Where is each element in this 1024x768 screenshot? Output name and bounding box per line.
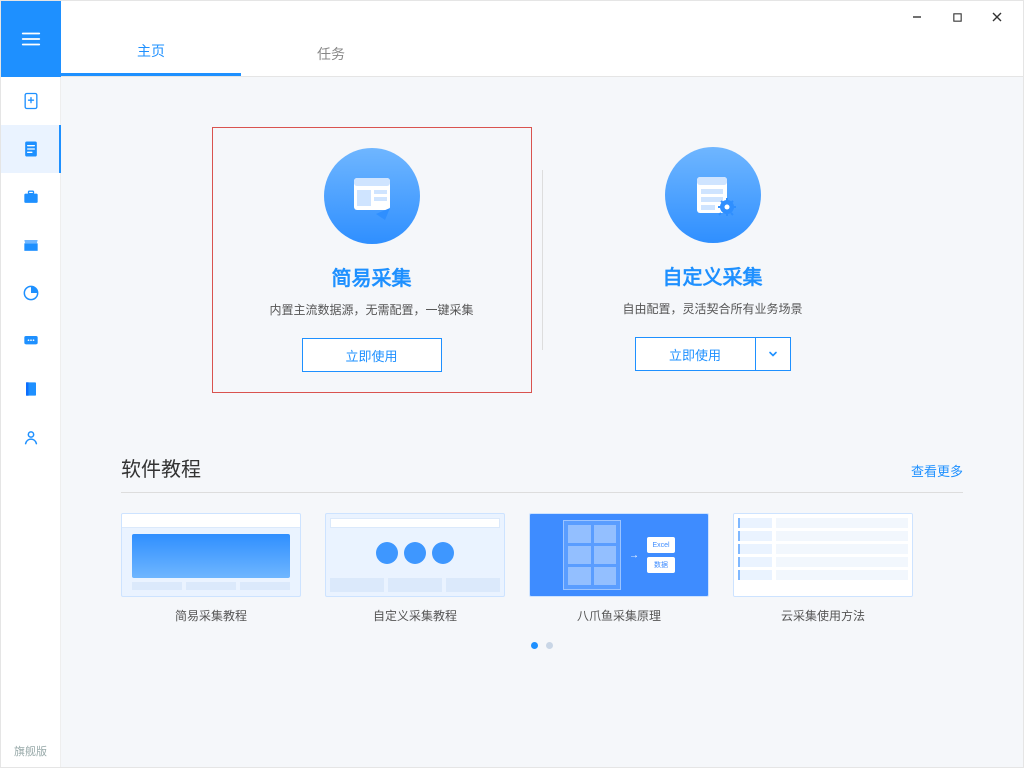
window-minimize[interactable] xyxy=(897,3,937,31)
sidebar-item-store[interactable] xyxy=(1,221,61,269)
browser-send-icon xyxy=(346,170,398,222)
tutorial-thumb xyxy=(325,513,505,597)
carousel-dots xyxy=(121,642,963,649)
pie-chart-icon xyxy=(21,283,41,303)
app-window: 旗舰版 主页 任务 xyxy=(0,0,1024,768)
content: 简易采集 内置主流数据源，无需配置，一键采集 立即使用 xyxy=(61,77,1023,767)
card-title: 简易采集 xyxy=(332,262,412,291)
browser-gear-icon xyxy=(687,169,739,221)
maximize-icon xyxy=(952,12,963,23)
custom-collect-icon xyxy=(665,147,761,243)
dot-2[interactable] xyxy=(546,642,553,649)
new-task-icon xyxy=(21,91,41,111)
tutorial-thumb xyxy=(121,513,301,597)
menu-toggle[interactable] xyxy=(1,1,61,77)
tabbar: 主页 任务 xyxy=(61,33,1023,77)
tutorial-grid: 简易采集教程 自定义采集教程 → Excel数据 xyxy=(121,513,963,624)
tutorial-card-1[interactable]: 简易采集教程 xyxy=(121,513,301,624)
tutorial-card-3[interactable]: → Excel数据 八爪鱼采集原理 xyxy=(529,513,709,624)
sidebar-item-chat[interactable] xyxy=(1,317,61,365)
sidebar-item-account[interactable] xyxy=(1,413,61,461)
sidebar: 旗舰版 xyxy=(1,1,61,767)
tutorials-header: 软件教程 查看更多 xyxy=(121,453,963,493)
tutorials-more-link[interactable]: 查看更多 xyxy=(911,461,963,480)
card-divider xyxy=(542,170,543,350)
card-simple-collect: 简易采集 内置主流数据源，无需配置，一键采集 立即使用 xyxy=(212,127,532,393)
card-desc: 自由配置，灵活契合所有业务场景 xyxy=(622,300,802,317)
tutorial-caption: 简易采集教程 xyxy=(121,607,301,624)
store-icon xyxy=(21,235,41,255)
edition-label: 旗舰版 xyxy=(1,735,60,767)
tab-home[interactable]: 主页 xyxy=(61,29,241,76)
minimize-icon xyxy=(911,11,923,23)
card-desc: 内置主流数据源，无需配置，一键采集 xyxy=(269,301,473,318)
custom-collect-dropdown[interactable] xyxy=(755,337,791,371)
simple-collect-icon xyxy=(324,148,420,244)
sidebar-item-new[interactable] xyxy=(1,77,61,125)
sidebar-item-toolbox[interactable] xyxy=(1,173,61,221)
window-close[interactable] xyxy=(977,3,1017,31)
dot-1[interactable] xyxy=(531,642,538,649)
tutorial-caption: 自定义采集教程 xyxy=(325,607,505,624)
tutorial-card-2[interactable]: 自定义采集教程 xyxy=(325,513,505,624)
card-custom-collect: 自定义采集 自由配置，灵活契合所有业务场景 立即使用 xyxy=(553,127,873,393)
close-icon xyxy=(991,11,1003,23)
card-title: 自定义采集 xyxy=(663,261,763,290)
simple-collect-button[interactable]: 立即使用 xyxy=(302,338,442,372)
chat-icon xyxy=(21,331,41,351)
tutorial-caption: 云采集使用方法 xyxy=(733,607,913,624)
tutorials-title: 软件教程 xyxy=(121,453,201,482)
mode-cards: 简易采集 内置主流数据源，无需配置，一键采集 立即使用 xyxy=(121,127,963,393)
window-maximize[interactable] xyxy=(937,3,977,31)
user-icon xyxy=(21,427,41,447)
tutorials-section: 软件教程 查看更多 简易采集教程 自定义采集教程 xyxy=(121,453,963,649)
sidebar-item-tasks[interactable] xyxy=(1,125,61,173)
chevron-down-icon xyxy=(767,348,779,360)
toolbox-icon xyxy=(21,187,41,207)
hamburger-icon xyxy=(20,28,42,50)
main-area: 主页 任务 简易采 xyxy=(61,1,1023,767)
tab-tasks[interactable]: 任务 xyxy=(241,32,421,76)
tutorial-thumb xyxy=(733,513,913,597)
tutorial-caption: 八爪鱼采集原理 xyxy=(529,607,709,624)
custom-collect-button[interactable]: 立即使用 xyxy=(635,337,755,371)
tutorial-card-4[interactable]: 云采集使用方法 xyxy=(733,513,913,624)
book-icon xyxy=(21,379,41,399)
sidebar-item-stats[interactable] xyxy=(1,269,61,317)
sidebar-item-help[interactable] xyxy=(1,365,61,413)
tasks-icon xyxy=(21,139,41,159)
tutorial-thumb: → Excel数据 xyxy=(529,513,709,597)
sidebar-items xyxy=(1,77,60,461)
